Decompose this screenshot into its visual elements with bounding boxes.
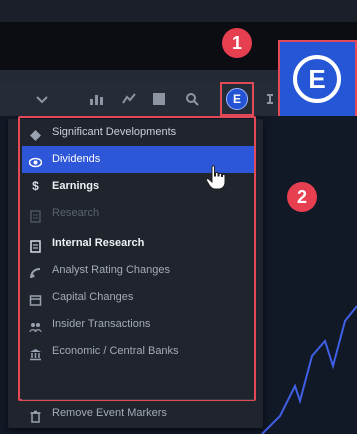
indicator-icon[interactable] [121,91,137,107]
zoomed-event-icon-panel: E [278,40,357,118]
menu-item-label: Earnings [52,180,100,192]
document-icon [29,237,42,253]
menu-item-label: Remove Event Markers [52,407,167,419]
insider-icon [29,318,42,333]
grid-icon[interactable] [151,91,167,107]
menu-item-capital-changes[interactable]: Capital Changes [22,284,254,311]
more-icon[interactable] [262,91,278,107]
dollar-icon: $ [32,179,39,193]
top-bar [0,0,357,22]
document-icon [29,207,42,223]
eye-icon [28,153,43,168]
menu-item-remove-event-markers[interactable]: Remove Event Markers [22,400,254,427]
menu-item-label: Economic / Central Banks [52,345,179,357]
drawing-icon[interactable] [184,91,200,107]
rating-icon [29,264,42,279]
menu-item-internal-research[interactable]: Internal Research [22,230,254,257]
callout-badge-2: 2 [287,182,317,212]
event-markers-icon: E [293,55,341,103]
hand-cursor-icon [205,165,226,190]
bank-icon [29,345,42,361]
menu-item-analyst-rating-changes[interactable]: Analyst Rating Changes [22,257,254,284]
menu-item-label: Internal Research [52,237,145,249]
diamond-icon [29,126,42,141]
menu-item-significant-developments[interactable]: Significant Developments [22,119,254,146]
bar-chart-icon[interactable] [88,91,104,107]
menu-item-label: Capital Changes [52,291,134,303]
callout-badge-1: 1 [222,28,252,58]
menu-item-research: Research [22,200,254,227]
menu-item-insider-transactions[interactable]: Insider Transactions [22,311,254,338]
menu-item-label: Insider Transactions [52,318,151,330]
menu-item-label: Dividends [52,153,101,165]
chevron-down-icon[interactable] [34,91,50,107]
menu-item-economic-central-banks[interactable]: Economic / Central Banks [22,338,254,365]
menu-item-label: Research [52,207,100,219]
event-button-highlight [220,82,254,116]
capital-icon [29,291,42,306]
menu-item-label: Significant Developments [52,126,177,138]
menu-item-label: Analyst Rating Changes [52,264,171,276]
trash-icon [29,407,42,423]
